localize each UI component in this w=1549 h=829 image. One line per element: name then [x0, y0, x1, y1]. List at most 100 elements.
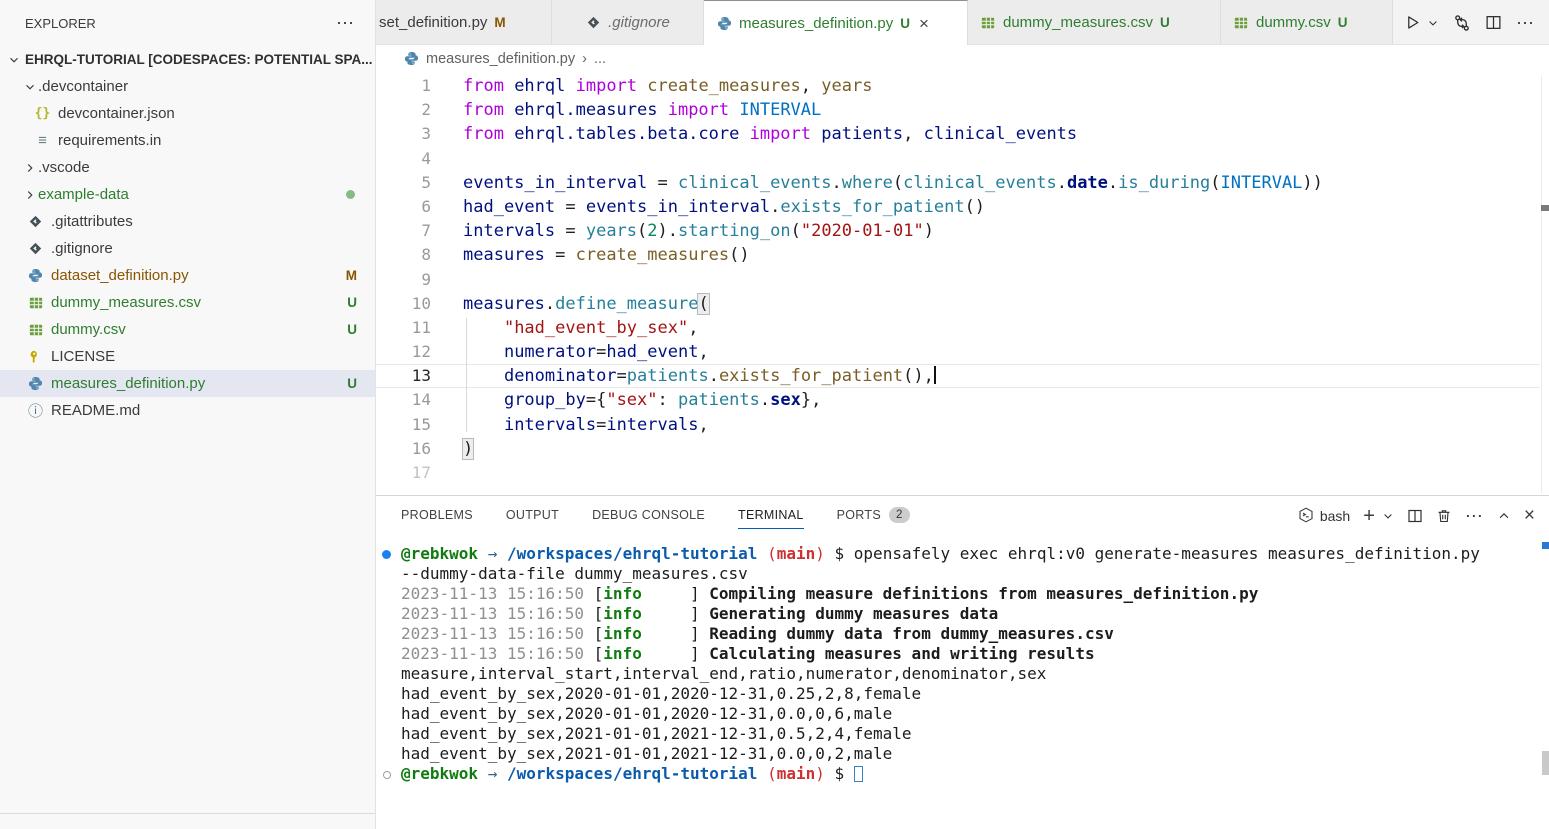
code-line[interactable]: 1from ehrql import create_measures, year… — [376, 74, 1540, 98]
tab-label: dummy_measures.csv — [1003, 14, 1153, 31]
git-status-badge: M — [346, 268, 357, 283]
line-number: 5 — [376, 171, 431, 195]
terminal-output[interactable]: @rebkwok → /workspaces/ehrql-tutorial (m… — [376, 544, 1539, 784]
close-tab-icon[interactable]: × — [919, 15, 929, 32]
line-number: 2 — [376, 98, 431, 122]
line-number: 3 — [376, 122, 431, 146]
tree-item[interactable]: dummy_measures.csvU — [0, 289, 375, 316]
code-line[interactable]: 11 "had_event_by_sex", — [376, 316, 1540, 340]
readme-icon: ⓘ — [27, 402, 44, 419]
tree-item[interactable]: .gitignore — [0, 235, 375, 262]
workspace-root-folder[interactable]: EHRQL-TUTORIAL [CODESPACES: POTENTIAL SP… — [0, 46, 375, 73]
git-status-badge: U — [900, 16, 910, 31]
editor-tab[interactable]: .gitignore — [552, 0, 704, 45]
code-line[interactable]: 2from ehrql.measures import INTERVAL — [376, 98, 1540, 122]
open-changes-icon[interactable] — [1453, 14, 1471, 32]
explorer-more-icon[interactable]: ⋯ — [336, 18, 355, 28]
tree-item[interactable]: .devcontainer — [0, 73, 375, 100]
line-number: 13 — [376, 365, 431, 387]
code-line[interactable]: 4 — [376, 147, 1540, 171]
code-line[interactable]: 17 — [376, 461, 1540, 485]
command-executed-decoration — [382, 550, 391, 559]
outline-section-header[interactable]: OUTLINE — [0, 813, 375, 829]
line-number: 11 — [376, 316, 431, 340]
breadcrumb-separator: › — [582, 51, 587, 67]
shell-label: bash — [1320, 508, 1350, 524]
chevron-down-icon — [6, 52, 22, 68]
code-line[interactable]: 9 — [376, 268, 1540, 292]
file-label: dataset_definition.py — [51, 267, 189, 284]
run-dropdown-chevron-icon[interactable] — [1427, 17, 1439, 29]
code-text — [431, 268, 463, 292]
terminal-dropdown-chevron-icon[interactable] — [1382, 510, 1394, 522]
panel-tab-output[interactable]: OUTPUT — [506, 496, 559, 536]
code-text: intervals = years(2).starting_on("2020-0… — [431, 219, 934, 243]
editor-tab[interactable]: measures_definition.pyU× — [704, 0, 968, 45]
file-label: example-data — [38, 186, 129, 203]
terminal-scrollbar[interactable] — [1542, 751, 1549, 775]
breadcrumb[interactable]: measures_definition.py › ... — [376, 45, 1549, 72]
editor-more-actions-icon[interactable]: ⋯ — [1516, 18, 1535, 28]
code-line[interactable]: 14 group_by={"sex": patients.sex}, — [376, 388, 1540, 412]
explorer-header: EXPLORER ⋯ — [0, 0, 375, 46]
code-line[interactable]: 7intervals = years(2).starting_on("2020-… — [376, 219, 1540, 243]
chevron-right-icon — [22, 187, 38, 203]
tree-item[interactable]: measures_definition.pyU — [0, 370, 375, 397]
code-line[interactable]: 16) — [376, 437, 1540, 461]
tree-item[interactable]: {}devcontainer.json — [0, 100, 375, 127]
breadcrumb-file[interactable]: measures_definition.py — [426, 51, 575, 67]
terminal-line: 2023-11-13 15:16:50 [info ] Calculating … — [376, 644, 1539, 664]
maximize-panel-chevron-icon[interactable] — [1497, 509, 1511, 523]
code-line[interactable]: 6had_event = events_in_interval.exists_f… — [376, 195, 1540, 219]
code-line[interactable]: 13 denominator=patients.exists_for_patie… — [376, 364, 1540, 388]
tree-item[interactable]: dataset_definition.py M — [0, 262, 375, 289]
panel-more-actions-icon[interactable]: ⋯ — [1465, 511, 1484, 521]
new-terminal-icon[interactable]: + — [1363, 505, 1375, 528]
panel-tab-terminal[interactable]: TERMINAL — [738, 496, 804, 536]
split-editor-icon[interactable] — [1485, 14, 1502, 31]
json-icon: {} — [34, 105, 51, 122]
split-terminal-icon[interactable] — [1407, 508, 1423, 524]
close-panel-icon[interactable]: × — [1524, 505, 1535, 527]
python-icon — [27, 267, 44, 284]
tree-item[interactable]: ⓘREADME.md — [0, 397, 375, 424]
editor-tab[interactable]: set_definition.pyM — [376, 0, 552, 45]
ruler-marker — [1541, 205, 1549, 211]
code-text — [431, 461, 463, 485]
panel-tab-problems[interactable]: PROBLEMS — [401, 496, 473, 536]
code-line[interactable]: 3from ehrql.tables.beta.core import pati… — [376, 122, 1540, 146]
overview-ruler[interactable] — [1541, 75, 1549, 493]
code-line[interactable]: 8measures = create_measures() — [376, 243, 1540, 267]
code-line[interactable]: 10measures.define_measure( — [376, 292, 1540, 316]
tree-item[interactable]: ≡requirements.in — [0, 127, 375, 154]
file-label: .gitattributes — [51, 213, 133, 230]
editor-tab[interactable]: dummy.csvU — [1221, 0, 1393, 45]
tab-label: dummy.csv — [1256, 14, 1331, 31]
code-text: from ehrql.tables.beta.core import patie… — [431, 122, 1077, 146]
tree-item[interactable]: example-data — [0, 181, 375, 208]
git-icon — [27, 240, 44, 257]
code-line[interactable]: 15 intervals=intervals, — [376, 413, 1540, 437]
tree-item[interactable]: dummy.csvU — [0, 316, 375, 343]
file-tree: .devcontainer{}devcontainer.json≡require… — [0, 73, 375, 424]
editor-tab[interactable]: dummy_measures.csvU — [968, 0, 1221, 45]
tree-item[interactable]: LICENSE — [0, 343, 375, 370]
run-python-file-button[interactable] — [1404, 14, 1421, 31]
terminal-line: @rebkwok → /workspaces/ehrql-tutorial (m… — [376, 544, 1539, 564]
shell-selector[interactable]: bash — [1298, 507, 1350, 526]
line-number: 15 — [376, 413, 431, 437]
code-line[interactable]: 12 numerator=had_event, — [376, 340, 1540, 364]
terminal-line: 2023-11-13 15:16:50 [info ] Compiling me… — [376, 584, 1539, 604]
code-editor[interactable]: 1from ehrql import create_measures, year… — [376, 72, 1549, 495]
terminal-line: measure,interval_start,interval_end,rati… — [376, 664, 1539, 684]
kill-terminal-trash-icon[interactable] — [1436, 508, 1452, 524]
panel-tab-ports[interactable]: PORTS2 — [837, 496, 910, 536]
code-line[interactable]: 5events_in_interval = clinical_events.wh… — [376, 171, 1540, 195]
file-label: LICENSE — [51, 348, 115, 365]
breadcrumb-more[interactable]: ... — [594, 51, 606, 67]
textfile-icon: ≡ — [34, 132, 51, 149]
panel-tab-label: DEBUG CONSOLE — [592, 508, 705, 522]
tree-item[interactable]: .gitattributes — [0, 208, 375, 235]
tree-item[interactable]: .vscode — [0, 154, 375, 181]
panel-tab-debug-console[interactable]: DEBUG CONSOLE — [592, 496, 705, 536]
